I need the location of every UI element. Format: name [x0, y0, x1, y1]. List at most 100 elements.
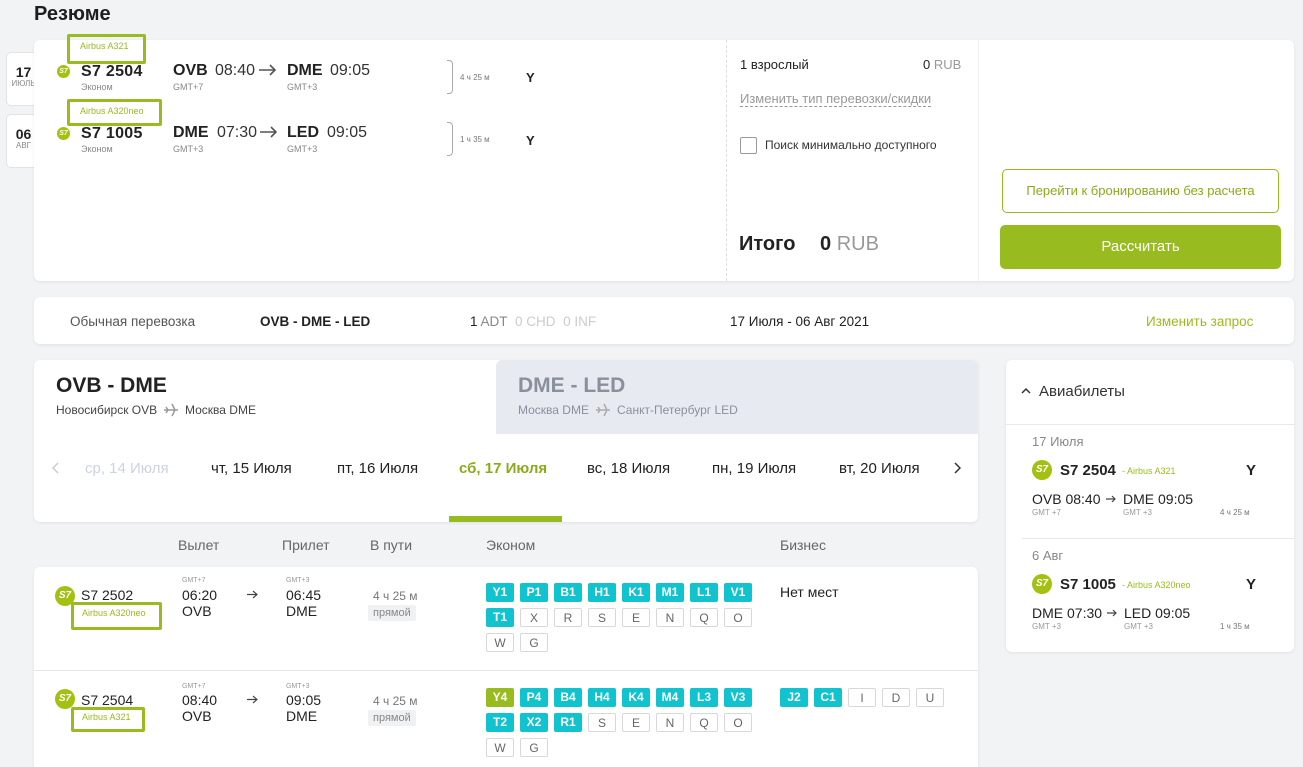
segment-arrival: DME 09:05	[1123, 491, 1194, 507]
fare-class-seat[interactable]: T2	[486, 713, 514, 732]
departure-time: 07:30	[217, 124, 258, 141]
fare-class-seat[interactable]: P1	[520, 583, 548, 602]
departure-tz: GMT+7	[182, 683, 206, 690]
change-fare-type-link[interactable]: Изменить тип перевозки/скидки	[740, 91, 932, 107]
destination-airport: DME	[287, 62, 323, 79]
fare-class-seat[interactable]: C1	[814, 688, 842, 707]
fare-class-seat[interactable]: K4	[622, 688, 650, 707]
duration: 4 ч 25 м	[460, 73, 490, 82]
chd-label: 0 CHD	[515, 314, 556, 329]
fare-class-seat[interactable]: D	[882, 688, 910, 707]
fare-class-seat[interactable]: W	[486, 633, 514, 652]
chevron-right-icon[interactable]	[953, 462, 961, 474]
fare-class-seat[interactable]: J2	[780, 688, 808, 707]
date-option[interactable]: чт, 15 Июля	[211, 460, 292, 477]
fare-class-seat[interactable]: Q	[690, 713, 718, 732]
fare-class-seat[interactable]: W	[486, 738, 514, 757]
min-search-checkbox[interactable]	[740, 137, 757, 154]
fare-class-seat[interactable]: U	[916, 688, 944, 707]
fare-class-seat[interactable]: L3	[690, 688, 718, 707]
fare-class-seat[interactable]: H4	[588, 688, 616, 707]
destination-airport: LED	[287, 124, 319, 141]
direct-badge: прямой	[368, 710, 416, 726]
duration-bracket	[447, 122, 453, 156]
chevron-left-icon[interactable]	[52, 462, 60, 474]
route-to: Санкт-Петербург LED	[617, 403, 738, 417]
fare-class-seat[interactable]: R1	[554, 713, 582, 732]
fare-class-seat[interactable]: S	[588, 608, 616, 627]
fare-class-seat[interactable]: R	[554, 608, 582, 627]
header-arrival: Прилет	[282, 537, 330, 553]
fare-class-seat[interactable]: E	[622, 608, 650, 627]
fare-class-seat[interactable]: S	[588, 713, 616, 732]
book-without-calc-button[interactable]: Перейти к бронированию без расчета	[1002, 169, 1279, 213]
date-option[interactable]: ср, 14 Июля	[85, 460, 169, 477]
segment-dep-tz: GMT +3	[1032, 622, 1061, 631]
fare-class-seat[interactable]: M1	[656, 583, 684, 602]
total-price: 0 RUB	[820, 233, 879, 256]
arrow-right-icon	[1107, 609, 1117, 617]
fare-class-seat[interactable]: V3	[724, 688, 752, 707]
fare-class-seat[interactable]: Y1	[486, 583, 514, 602]
departure-airport: OVB	[182, 603, 212, 619]
row-divider	[34, 670, 978, 671]
fare-class-seat[interactable]: K1	[622, 583, 650, 602]
fare-class-seat[interactable]: N	[656, 713, 684, 732]
fare-class-seat[interactable]: I	[848, 688, 876, 707]
change-request-link[interactable]: Изменить запрос	[1146, 314, 1253, 329]
chevron-up-icon[interactable]	[1021, 387, 1031, 395]
fare-class-seat[interactable]: Q	[690, 608, 718, 627]
segment-duration: 1 ч 35 м	[1220, 622, 1250, 631]
tab-dme-led-title[interactable]: DME - LED	[518, 374, 625, 398]
fare-class-seat[interactable]: B1	[554, 583, 582, 602]
fare-class-seat[interactable]: L1	[690, 583, 718, 602]
fare-class-seat[interactable]: X	[520, 608, 548, 627]
calculate-button[interactable]: Рассчитать	[1000, 225, 1281, 269]
fare-class-seat[interactable]: G	[520, 633, 548, 652]
inf-label: 0 INF	[563, 314, 597, 329]
fare-class-seat[interactable]: E	[622, 713, 650, 732]
fare-class-seat[interactable]: B4	[554, 688, 582, 707]
sidebar-title[interactable]: Авиабилеты	[1039, 383, 1125, 400]
segment-flight: S7 1005	[1060, 576, 1116, 593]
departure-tz: GMT+7	[182, 577, 206, 584]
departure-time: 06:20	[182, 587, 218, 603]
date-option[interactable]: вс, 18 Июля	[587, 460, 670, 477]
date-option[interactable]: вт, 20 Июля	[839, 460, 920, 477]
s7-logo-icon: S7	[55, 689, 75, 709]
tab-ovb-dme-title[interactable]: OVB - DME	[56, 374, 167, 398]
divider	[1006, 424, 1294, 425]
header-departure: Вылет	[178, 537, 220, 553]
origin-tz: GMT+7	[173, 82, 204, 92]
fare-class-seat[interactable]: H1	[588, 583, 616, 602]
fare-class-seat[interactable]: M4	[656, 688, 684, 707]
business-no-seats: Нет мест	[780, 584, 839, 600]
segment-arr-tz: GMT +3	[1123, 508, 1152, 517]
fare-class-seat[interactable]: Y4	[486, 688, 514, 707]
fare-class-seat[interactable]: O	[724, 608, 752, 627]
arrival-tz: GMT+3	[286, 683, 310, 690]
origin-airport: DME	[173, 124, 209, 141]
flight-duration: 4 ч 25 м	[373, 694, 418, 708]
date-option-selected[interactable]: сб, 17 Июля	[459, 460, 547, 477]
cabin-label: Эконом	[81, 144, 113, 154]
fare-class-seat[interactable]: P4	[520, 688, 548, 707]
passenger-summary: 1 ADT 0 CHD 0 INF	[470, 314, 596, 329]
duration: 1 ч 35 м	[460, 135, 490, 144]
fare-class-seat[interactable]: X2	[520, 713, 548, 732]
segment-arr-tz: GMT +3	[1124, 622, 1153, 631]
fare-class-seat[interactable]: O	[724, 713, 752, 732]
segment-class: Y	[1246, 462, 1257, 479]
date-option[interactable]: пн, 19 Июля	[712, 460, 796, 477]
segment-date: 17 Июля	[1032, 434, 1084, 449]
fare-class-seat[interactable]: N	[656, 608, 684, 627]
fare-class-seat[interactable]: V1	[724, 583, 752, 602]
total-label: Итого	[739, 233, 796, 255]
header-duration: В пути	[370, 537, 413, 553]
fare-class-seat[interactable]: G	[520, 738, 548, 757]
fare-class-seat[interactable]: T1	[486, 608, 514, 627]
selected-date-indicator	[449, 516, 562, 522]
date-option[interactable]: пт, 16 Июля	[337, 460, 418, 477]
segment-arrival: LED 09:05	[1124, 605, 1191, 621]
arrival-airport: DME	[286, 603, 318, 619]
